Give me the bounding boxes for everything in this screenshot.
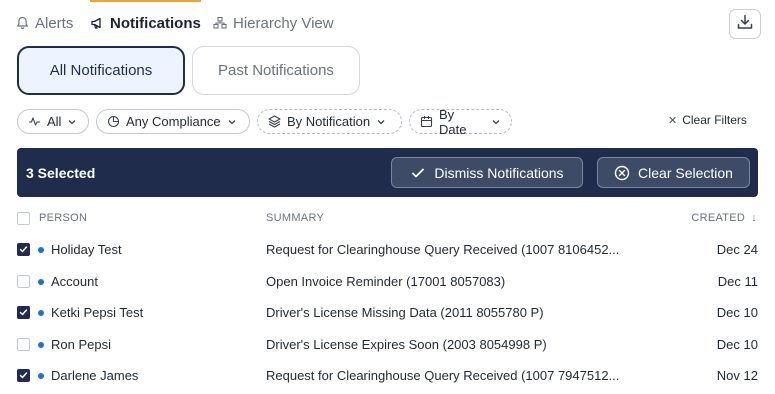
- megaphone-icon: [90, 16, 104, 30]
- dismiss-notifications-button[interactable]: Dismiss Notifications: [391, 157, 583, 188]
- past-notifications-label: Past Notifications: [218, 62, 334, 79]
- header-created-label: CREATED: [691, 212, 746, 224]
- table-row[interactable]: Account Open Invoice Reminder (17001 805…: [0, 266, 775, 297]
- tab-alerts[interactable]: Alerts: [15, 0, 73, 46]
- download-button[interactable]: [729, 9, 761, 39]
- all-notifications-button[interactable]: All Notifications: [17, 46, 185, 95]
- chevron-down-icon: [491, 117, 501, 127]
- row-checkbox[interactable]: [17, 243, 30, 256]
- clear-selection-label: Clear Selection: [638, 164, 733, 181]
- filter-compliance[interactable]: Any Compliance: [96, 109, 250, 134]
- filter-compliance-label: Any Compliance: [126, 114, 221, 129]
- row-checkbox[interactable]: [17, 275, 30, 288]
- row-summary[interactable]: Driver's License Expires Soon (2003 8054…: [266, 337, 646, 352]
- dismiss-notifications-label: Dismiss Notifications: [434, 164, 564, 181]
- row-checkbox[interactable]: [17, 369, 30, 382]
- chevron-down-icon: [67, 117, 77, 127]
- filter-all[interactable]: All: [17, 109, 89, 134]
- unread-dot: [38, 310, 44, 316]
- bell-icon: [15, 16, 29, 30]
- unread-dot: [38, 342, 44, 348]
- calendar-icon: [420, 115, 433, 128]
- row-person: Account: [51, 274, 98, 289]
- top-tabs: Alerts Notifications Hierarchy View: [0, 0, 775, 46]
- filter-by-date-label: By Date: [439, 106, 467, 137]
- clear-selection-button[interactable]: Clear Selection: [597, 157, 750, 188]
- activity-icon: [28, 115, 41, 128]
- row-checkbox[interactable]: [17, 338, 30, 351]
- tab-hierarchy-label: Hierarchy View: [233, 14, 334, 32]
- chevron-down-icon: [376, 117, 386, 127]
- tab-hierarchy-view[interactable]: Hierarchy View: [213, 0, 334, 46]
- row-summary[interactable]: Driver's License Missing Data (2011 8055…: [266, 305, 646, 320]
- filter-by-notification-label: By Notification: [287, 114, 371, 129]
- sort-arrow-down-icon: ↓: [751, 212, 757, 224]
- chevron-down-icon: [227, 117, 237, 127]
- selection-bar: 3 Selected Dismiss Notifications Clear S…: [17, 148, 758, 197]
- clear-filters-button[interactable]: ✕ Clear Filters: [668, 113, 747, 127]
- filter-by-date[interactable]: By Date: [409, 106, 512, 137]
- tab-alerts-label: Alerts: [35, 14, 74, 32]
- close-icon: ✕: [668, 114, 678, 127]
- row-created: Nov 12: [716, 368, 758, 383]
- tab-notifications[interactable]: Notifications: [90, 0, 201, 46]
- select-all-checkbox[interactable]: [17, 212, 30, 225]
- unread-dot: [38, 279, 44, 285]
- filter-all-label: All: [47, 114, 62, 129]
- unread-dot: [38, 247, 44, 253]
- table-row[interactable]: Ron Pepsi Driver's License Expires Soon …: [0, 329, 775, 360]
- row-created: Dec 24: [716, 242, 758, 257]
- hierarchy-icon: [213, 16, 227, 30]
- header-person[interactable]: PERSON: [39, 212, 87, 224]
- table-row[interactable]: Holiday Test Request for Clearinghouse Q…: [0, 234, 775, 265]
- table-row[interactable]: Ketki Pepsi Test Driver's License Missin…: [0, 297, 775, 328]
- download-icon: [736, 13, 754, 36]
- circle-x-icon: [614, 165, 630, 181]
- selected-count: 3 Selected: [26, 164, 96, 181]
- row-created: Dec 10: [716, 337, 758, 352]
- row-checkbox[interactable]: [17, 306, 30, 319]
- row-summary[interactable]: Open Invoice Reminder (17001 8057083): [266, 274, 646, 289]
- row-summary[interactable]: Request for Clearinghouse Query Received…: [266, 368, 646, 383]
- table-row[interactable]: Darlene James Request for Clearinghouse …: [0, 360, 775, 391]
- header-created[interactable]: CREATED ↓: [691, 212, 757, 224]
- clear-filters-label: Clear Filters: [682, 113, 747, 127]
- tab-notifications-label: Notifications: [110, 14, 201, 32]
- header-summary[interactable]: SUMMARY: [266, 212, 324, 224]
- past-notifications-button[interactable]: Past Notifications: [192, 46, 360, 95]
- table-header: PERSON SUMMARY CREATED ↓: [0, 206, 775, 232]
- unread-dot: [38, 373, 44, 379]
- row-person: Holiday Test: [51, 242, 122, 257]
- row-person: Darlene James: [51, 368, 139, 383]
- layers-icon: [268, 115, 281, 128]
- row-person: Ketki Pepsi Test: [51, 305, 144, 320]
- check-icon: [410, 165, 426, 181]
- pie-chart-icon: [107, 115, 120, 128]
- all-notifications-label: All Notifications: [49, 62, 153, 79]
- row-created: Dec 11: [717, 274, 758, 289]
- row-summary[interactable]: Request for Clearinghouse Query Received…: [266, 242, 646, 257]
- row-person: Ron Pepsi: [51, 337, 111, 352]
- filter-by-notification[interactable]: By Notification: [257, 109, 402, 134]
- row-created: Dec 10: [716, 305, 758, 320]
